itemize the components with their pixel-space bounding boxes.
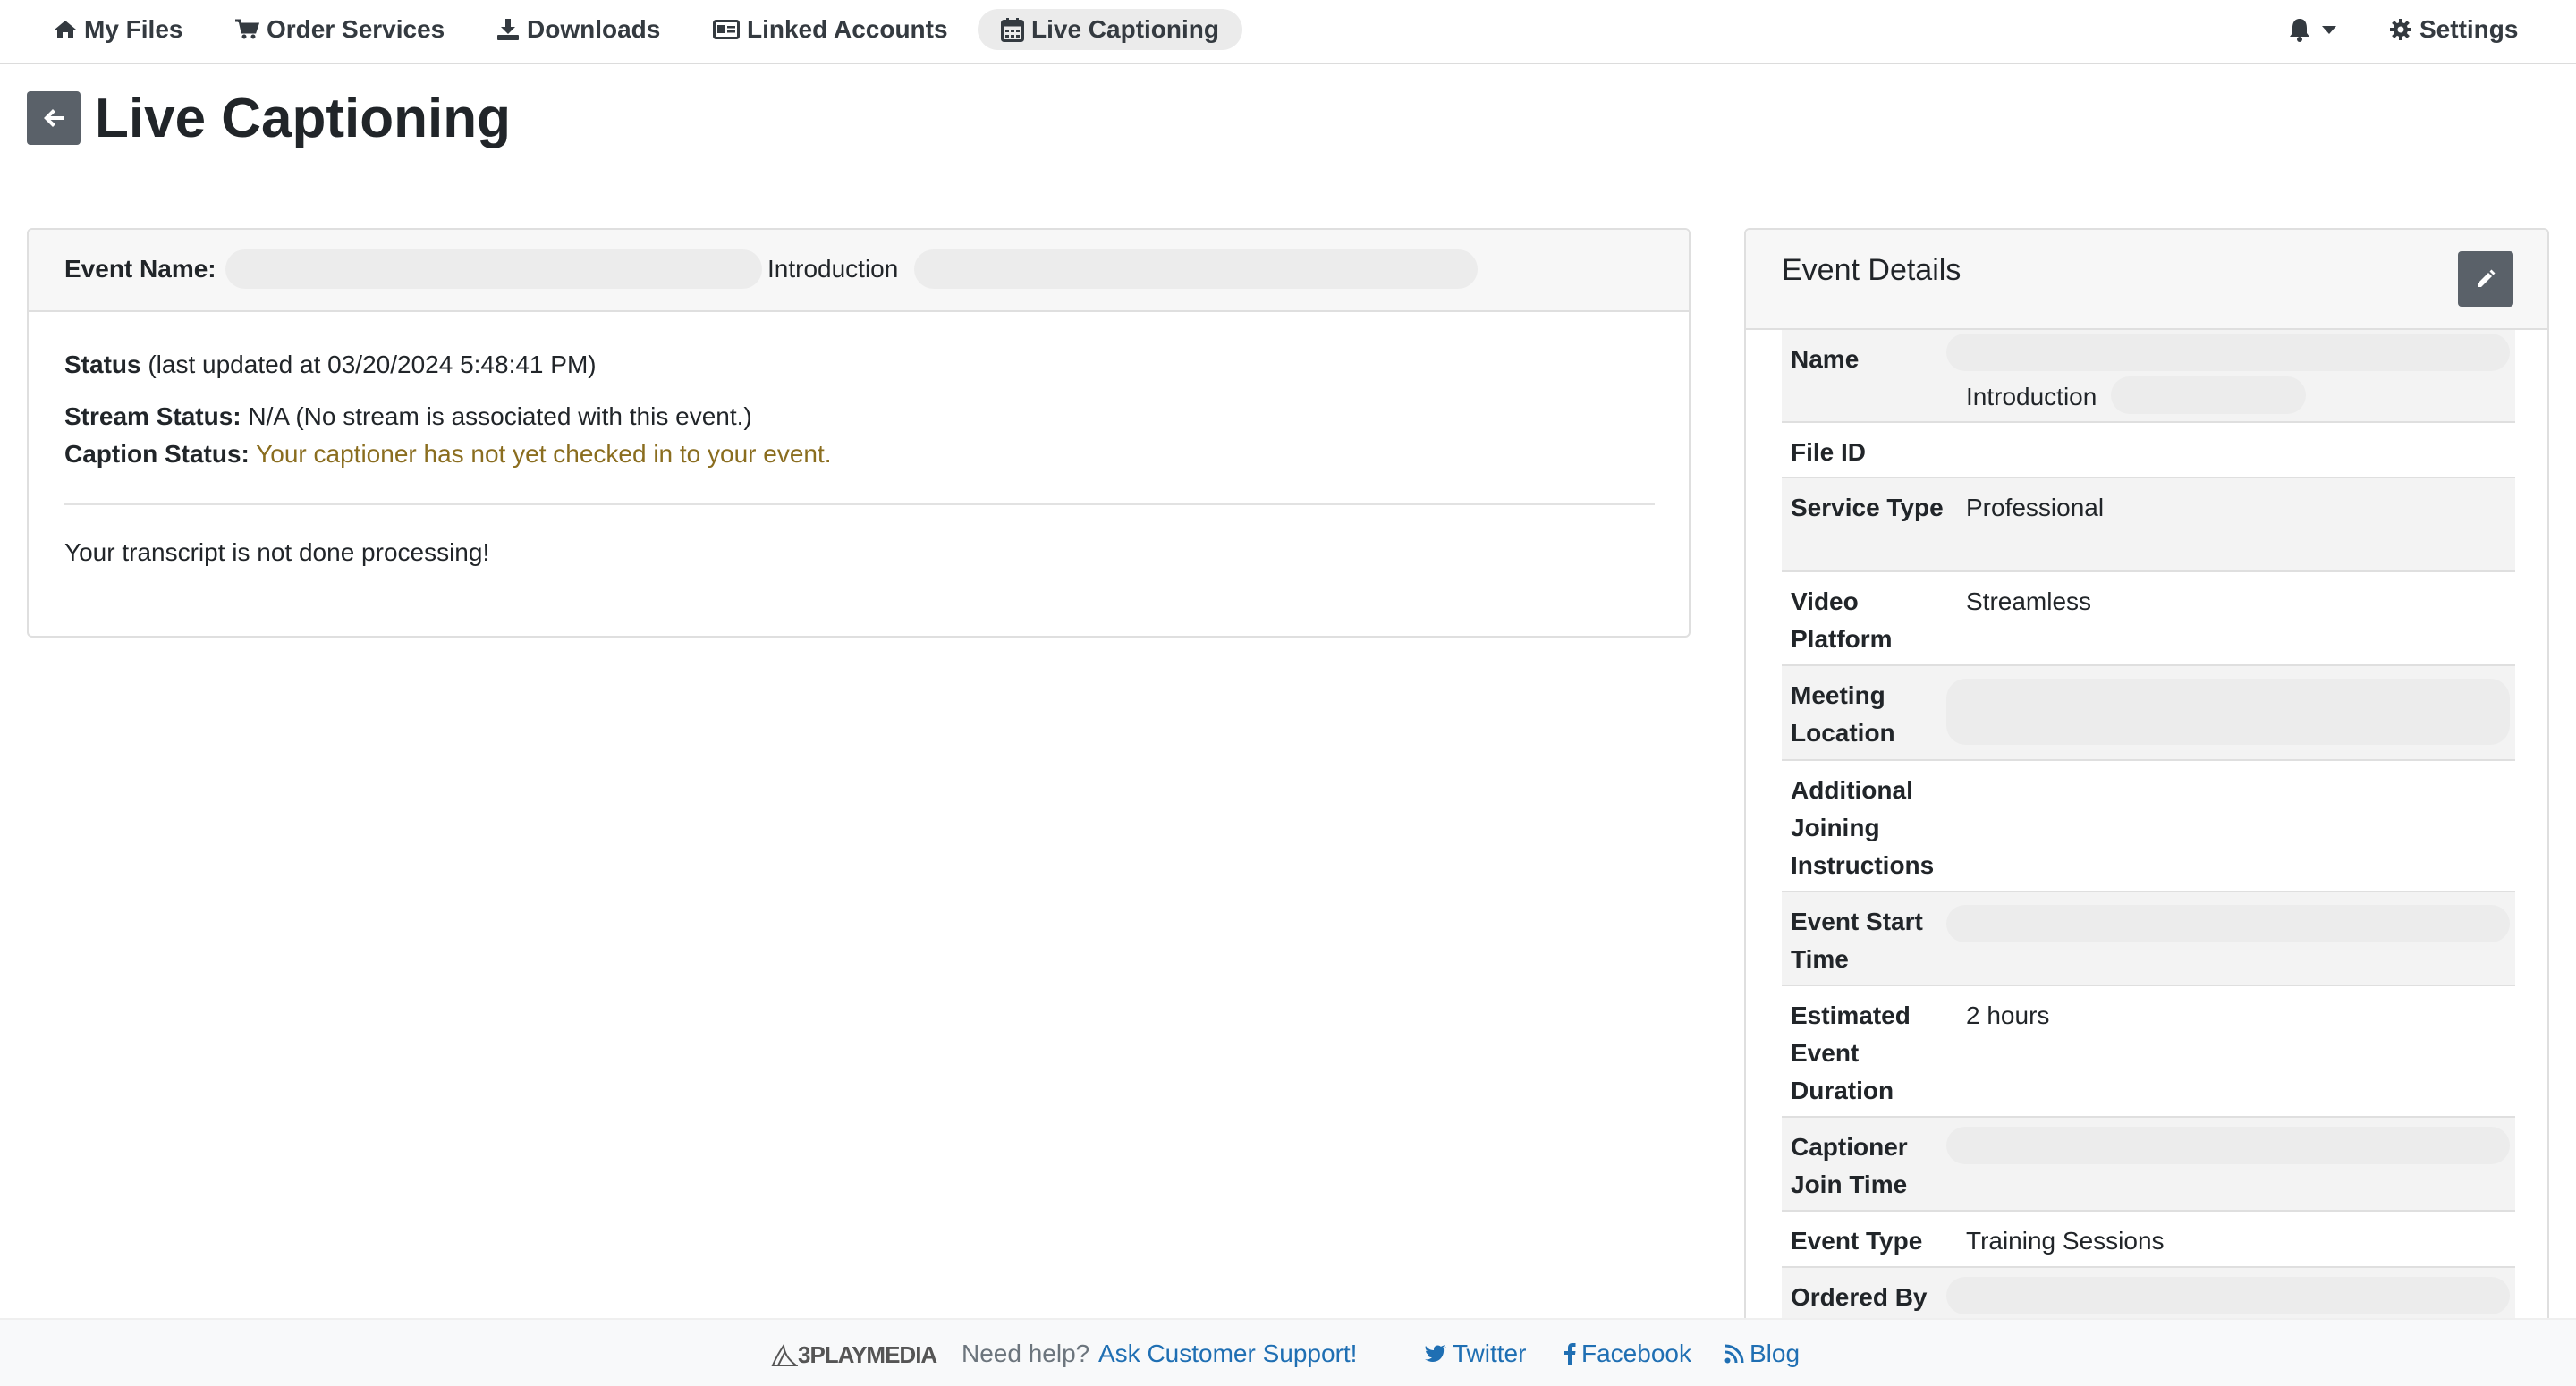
notifications-dropdown[interactable]	[2288, 14, 2336, 45]
detail-value: Professional	[1966, 494, 2105, 521]
transcript-message: Your transcript is not done processing!	[64, 538, 490, 566]
nav-my-files-label: My Files	[84, 15, 183, 43]
nav-downloads-label: Downloads	[527, 15, 661, 43]
stream-status-value: N/A (No stream is associated with this e…	[248, 402, 752, 430]
detail-row-video-platform: Video Platform Streamless	[1782, 572, 2515, 666]
nav-live-captioning-label: Live Captioning	[1031, 15, 1219, 43]
detail-label: Event Start Time	[1791, 908, 1923, 973]
detail-label: Ordered By	[1791, 1283, 1928, 1311]
detail-row-name: Name Introduction	[1782, 330, 2515, 423]
event-name-label: Event Name:	[64, 255, 216, 283]
top-navbar: My Files Order Services Downloads Linked…	[0, 0, 2576, 64]
twitter-icon	[1425, 1345, 1446, 1362]
gear-icon	[2390, 19, 2411, 40]
divider	[64, 503, 1655, 505]
home-icon	[55, 21, 76, 38]
stream-status-line: Stream Status: N/A (No stream is associa…	[64, 402, 752, 431]
detail-label: Event Type	[1791, 1227, 1923, 1255]
nav-live-captioning[interactable]: Live Captioning	[978, 9, 1242, 50]
event-details-title: Event Details	[1782, 253, 1962, 287]
facebook-link-label: Facebook	[1581, 1340, 1691, 1367]
event-details-header: Event Details	[1746, 230, 2547, 330]
event-name-fragment: Introduction	[767, 255, 899, 283]
caption-status-line: Caption Status: Your captioner has not y…	[64, 440, 832, 469]
redacted-event-name-suffix	[914, 249, 1478, 289]
twitter-link[interactable]: Twitter	[1424, 1340, 1526, 1368]
facebook-link[interactable]: Facebook	[1563, 1340, 1691, 1368]
detail-row-meeting-location: Meeting Location	[1782, 666, 2515, 761]
nav-settings-label: Settings	[2419, 15, 2519, 43]
caption-status-value: Your captioner has not yet checked in to…	[256, 440, 832, 468]
detail-value: Introduction	[1966, 383, 2097, 410]
logo-icon	[771, 1343, 798, 1366]
detail-row-additional-instructions: Additional Joining Instructions	[1782, 761, 2515, 892]
redacted-ordered-by	[1946, 1277, 2510, 1314]
event-status-card-header: Event Name: Introduction	[29, 230, 1689, 312]
detail-label: File ID	[1791, 438, 1867, 466]
arrow-left-icon	[44, 109, 64, 127]
caption-status-label: Caption Status:	[64, 440, 250, 468]
bell-icon	[2290, 19, 2309, 42]
status-updated-text: (last updated at 03/20/2024 5:48:41 PM)	[148, 351, 597, 378]
customer-support-link[interactable]: Ask Customer Support!	[1098, 1340, 1357, 1368]
detail-label: Video Platform	[1791, 587, 1893, 653]
brand-logo-text: 3PLAYMEDIA	[798, 1341, 937, 1368]
status-line: Status (last updated at 03/20/2024 5:48:…	[64, 351, 597, 379]
detail-label: Service Type	[1791, 494, 1944, 521]
id-card-icon	[713, 20, 740, 39]
brand-logo: 3PLAYMEDIA	[771, 1341, 937, 1369]
edit-event-button[interactable]	[2458, 251, 2513, 307]
event-status-card: Event Name: Introduction Status (last up…	[27, 228, 1690, 638]
detail-value: Training Sessions	[1966, 1227, 2165, 1255]
detail-row-file-id: File ID	[1782, 423, 2515, 478]
chevron-down-icon	[2322, 25, 2336, 34]
nav-order-services[interactable]: Order Services	[234, 9, 445, 50]
help-text: Need help?	[962, 1340, 1090, 1367]
app-root: My Files Order Services Downloads Linked…	[0, 0, 2576, 1386]
download-icon	[497, 19, 519, 40]
detail-label: Captioner Join Time	[1791, 1133, 1908, 1198]
detail-value: Streamless	[1966, 587, 2092, 615]
event-details-card: Event Details Name Introduction File ID …	[1744, 228, 2549, 1386]
twitter-link-label: Twitter	[1453, 1340, 1527, 1367]
redacted-name-value	[1946, 334, 2510, 371]
nav-linked-accounts-label: Linked Accounts	[747, 15, 948, 43]
detail-row-event-start-time: Event Start Time	[1782, 892, 2515, 986]
redacted-meeting-location	[1946, 679, 2510, 745]
detail-row-captioner-join-time: Captioner Join Time	[1782, 1118, 2515, 1212]
back-button[interactable]	[27, 91, 80, 145]
blog-link[interactable]: Blog	[1724, 1340, 1800, 1368]
redacted-start-time	[1946, 905, 2510, 942]
redacted-event-name-prefix	[225, 249, 762, 289]
redacted-captioner-join-time	[1946, 1127, 2510, 1164]
stream-status-label: Stream Status:	[64, 402, 242, 430]
detail-value: 2 hours	[1966, 1001, 2050, 1029]
detail-row-service-type: Service Type Professional	[1782, 478, 2515, 572]
detail-label: Meeting Location	[1791, 681, 1895, 747]
rss-icon	[1724, 1344, 1744, 1364]
blog-link-label: Blog	[1750, 1340, 1801, 1367]
detail-row-duration: Estimated Event Duration 2 hours	[1782, 986, 2515, 1118]
cart-icon	[235, 19, 259, 39]
detail-label: Name	[1791, 345, 1860, 373]
nav-my-files[interactable]: My Files	[54, 9, 182, 50]
redacted-name-suffix	[2111, 376, 2306, 414]
nav-settings[interactable]: Settings	[2389, 9, 2518, 50]
footer: 3PLAYMEDIA Need help? Ask Customer Suppo…	[0, 1318, 2576, 1386]
detail-row-event-type: Event Type Training Sessions	[1782, 1212, 2515, 1268]
status-label: Status	[64, 351, 141, 378]
nav-downloads[interactable]: Downloads	[496, 9, 660, 50]
nav-linked-accounts[interactable]: Linked Accounts	[713, 9, 948, 50]
nav-order-services-label: Order Services	[267, 15, 445, 43]
facebook-icon	[1564, 1343, 1576, 1365]
pencil-icon	[2478, 269, 2496, 287]
detail-label: Additional Joining Instructions	[1791, 776, 1935, 879]
page-title: Live Captioning	[95, 88, 511, 149]
calendar-icon	[1001, 18, 1024, 42]
detail-label: Estimated Event Duration	[1791, 1001, 1911, 1104]
